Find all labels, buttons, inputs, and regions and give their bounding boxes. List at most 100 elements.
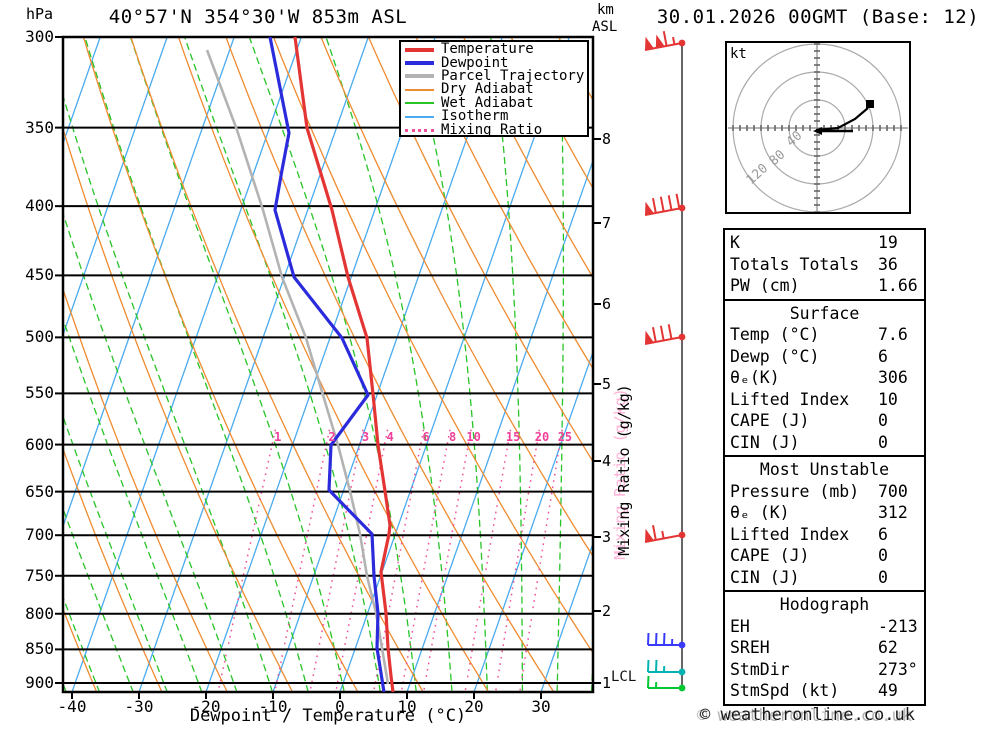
row-label: Lifted Index (730, 524, 850, 544)
row-value: 700 (878, 481, 908, 501)
mixing-ratio-value-label: 2 (328, 430, 336, 444)
indices-table: K 19 Totals Totals 36 PW (cm) 1.66 Surface Te… (723, 228, 926, 706)
temp-tick-label: -20 (191, 697, 221, 716)
km-tick-label: 4 (602, 452, 612, 470)
pressure-tick-label: 300 (25, 26, 54, 46)
table-row: Dewp (°C) 6 (730, 346, 919, 368)
row-value: 19 (878, 233, 898, 252)
row-value: 62 (878, 638, 898, 657)
km-axis-label: km (597, 2, 614, 18)
pressure-tick-label: 500 (25, 327, 54, 347)
km-tick-label: 7 (602, 214, 612, 232)
wind-barb (647, 632, 686, 649)
row-label: Dewp (°C) (730, 346, 820, 366)
mixing-ratio-value-label: 10 (466, 430, 481, 444)
pressure-tick-label: 750 (25, 565, 54, 585)
table-row: CAPE (J) 0 (730, 410, 919, 432)
table-row: Lifted Index 10 (730, 389, 919, 411)
most-unstable-section: Most Unstable Pressure (mb) 700 θₑ (K) 312 L… (723, 455, 926, 592)
row-value: 273° (878, 659, 918, 679)
table-row: CAPE (J) 0 (730, 545, 919, 567)
table-row: CIN (J) 0 (730, 567, 919, 589)
pressure-tick-label: 350 (25, 117, 54, 137)
table-row: Lifted Index 6 (730, 524, 919, 546)
temp-tick-label: 20 (464, 697, 484, 716)
table-row: CIN (J) 0 (730, 432, 919, 454)
row-label: Pressure (mb) (730, 481, 860, 501)
indices-section: K 19 Totals Totals 36 PW (cm) 1.66 (723, 228, 926, 301)
row-value: 6 (878, 524, 888, 544)
row-label: Totals Totals (730, 254, 860, 274)
hodograph-ring-label: 80 (767, 147, 789, 169)
pressure-tick-label: 700 (25, 525, 54, 545)
legend-item-label: Mixing Ratio (441, 121, 543, 138)
temp-tick-label: 30 (531, 697, 551, 716)
km-tick-label: 1 (602, 674, 612, 692)
km-tick-label: 8 (602, 130, 612, 148)
row-value: 306 (878, 368, 908, 387)
row-label: CIN (J) (730, 567, 800, 587)
pressure-tick-label: 650 (25, 481, 54, 501)
row-value: 49 (878, 681, 898, 700)
legend-line-sample (405, 102, 434, 105)
row-value: 10 (878, 389, 898, 409)
row-label: CAPE (J) (730, 411, 810, 430)
table-row: EH -213 (730, 616, 919, 638)
pressure-tick-label: 450 (25, 265, 54, 285)
wind-barb (644, 324, 686, 345)
pressure-unit-label: hPa (26, 5, 54, 23)
surface-section: Surface Temp (°C) 7.6 Dewp (°C) 6 θₑ(K) 306 Li… (723, 298, 926, 457)
row-label: K (730, 233, 740, 252)
mixing-ratio-value-label: 6 (422, 430, 430, 444)
row-label: CAPE (J) (730, 546, 810, 565)
km-tick-label: 5 (602, 375, 612, 393)
row-label: Temp (°C) (730, 325, 820, 344)
legend-box: Temperature Dewpoint Parcel Trajectory Dry … (399, 40, 589, 137)
row-label: EH (730, 616, 750, 636)
date-title: 30.01.2026 00GMT (Base: 12) (656, 6, 980, 28)
table-row: StmDir 273° (730, 659, 919, 681)
row-value: 36 (878, 254, 898, 274)
row-label: θₑ(K) (730, 368, 780, 387)
row-value: 0 (878, 432, 888, 452)
mixing-ratio-value-label: 25 (557, 430, 573, 444)
table-row: StmSpd (kt) 49 (730, 680, 919, 702)
table-row: θₑ(K) 306 (730, 367, 919, 389)
mixing-ratio-value-label: 3 (361, 430, 370, 444)
hodograph-marker (866, 100, 874, 108)
legend-line-sample (405, 88, 434, 91)
watermark: © weatheronline.co.uk (700, 705, 915, 725)
row-value: 0 (878, 411, 888, 430)
dewpoint-curve (268, 37, 386, 692)
legend-line-sample (405, 74, 434, 79)
table-row: Totals Totals 36 (730, 254, 919, 276)
wind-barb (647, 659, 686, 676)
wind-barb-column (644, 31, 686, 692)
wind-barb (644, 31, 686, 51)
hodograph-ring-label: 120 (744, 161, 771, 188)
pressure-tick-label: 900 (25, 673, 54, 692)
table-row: Temp (°C) 7.6 (730, 324, 919, 346)
km-tick-label: 2 (602, 602, 612, 620)
row-label: θₑ (K) (730, 503, 790, 522)
row-label: CIN (J) (730, 432, 800, 452)
table-row: PW (cm) 1.66 (730, 275, 919, 297)
row-value: 312 (878, 503, 908, 522)
page-title: 40°57'N 354°30'W 853m ASL (108, 6, 408, 28)
skewt-sounding-app: { "header": { "unit_left": "hPa", "title… (0, 0, 1000, 733)
hodograph-section: Hodograph EH -213 SREH 62 StmDir 273° StmSpd (… (723, 590, 926, 706)
row-value: 6 (878, 346, 888, 366)
hodograph-unit-label: kt (730, 46, 747, 62)
mixing-ratio-value-label: 15 (505, 430, 521, 444)
temp-tick-label: 10 (397, 697, 417, 716)
pressure-tick-label: 600 (25, 434, 54, 454)
legend-line-sample (405, 128, 434, 132)
km-tick-label: 6 (602, 295, 612, 313)
profile-curves (205, 37, 395, 692)
mixing-ratio-value-label: 4 (386, 430, 394, 444)
legend-line-sample (405, 115, 434, 118)
row-value: 0 (878, 567, 888, 587)
hodograph-panel: 4080120kt (725, 41, 911, 214)
temp-tick-label: -30 (124, 697, 154, 716)
temperature-curve (293, 37, 395, 692)
